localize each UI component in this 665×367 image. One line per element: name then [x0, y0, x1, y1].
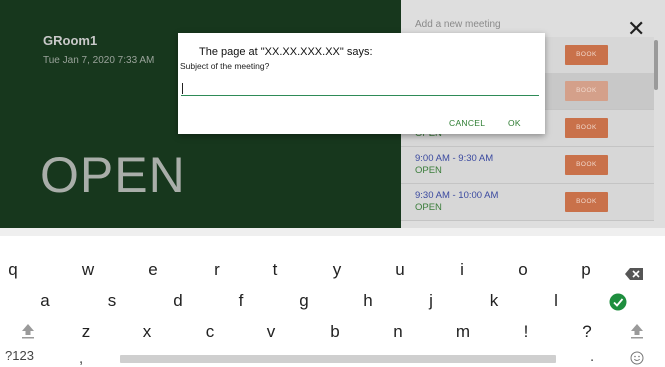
slot-time: 9:30 AM - 10:00 AM	[415, 190, 499, 201]
key-r[interactable]: r	[205, 260, 229, 280]
enter-icon[interactable]	[609, 293, 627, 311]
book-button[interactable]: BOOK	[565, 118, 608, 138]
add-meeting-header[interactable]: Add a new meeting	[415, 19, 501, 30]
ok-button[interactable]: OK	[508, 118, 521, 128]
text-caret	[182, 83, 183, 94]
key-exclamation[interactable]: !	[514, 322, 538, 342]
key-i[interactable]: i	[450, 260, 474, 280]
key-d[interactable]: d	[166, 291, 190, 311]
key-w[interactable]: w	[76, 260, 100, 280]
room-name: GRoom1	[43, 33, 98, 48]
key-o[interactable]: o	[511, 260, 535, 280]
key-x[interactable]: x	[135, 322, 159, 342]
key-a[interactable]: a	[33, 291, 57, 311]
key-j[interactable]: j	[419, 291, 443, 311]
shift-right-icon[interactable]	[629, 323, 645, 339]
slot-status: OPEN	[415, 202, 442, 213]
prompt-dialog: The page at "XX.XX.XXX.XX" says: Subject…	[178, 33, 545, 134]
key-p[interactable]: p	[574, 260, 598, 280]
key-c[interactable]: c	[198, 322, 222, 342]
symbols-key[interactable]: ?123	[5, 348, 34, 363]
key-s[interactable]: s	[100, 291, 124, 311]
key-f[interactable]: f	[229, 291, 253, 311]
key-u[interactable]: u	[388, 260, 412, 280]
slot-status: OPEN	[415, 165, 442, 176]
key-b[interactable]: b	[323, 322, 347, 342]
book-button[interactable]: BOOK	[565, 81, 608, 101]
book-button[interactable]: BOOK	[565, 45, 608, 65]
book-button[interactable]: BOOK	[565, 155, 608, 175]
key-comma[interactable]: ,	[79, 350, 83, 367]
key-z[interactable]: z	[74, 322, 98, 342]
meeting-room-app: GRoom1 Tue Jan 7, 2020 7:33 AM OPEN Add …	[0, 0, 665, 228]
key-m[interactable]: m	[451, 322, 475, 342]
key-e[interactable]: e	[141, 260, 165, 280]
book-button[interactable]: BOOK	[565, 192, 608, 212]
list-item: 9:30 AM - 10:00 AM OPEN BOOK	[401, 184, 654, 221]
key-t[interactable]: t	[263, 260, 287, 280]
key-v[interactable]: v	[259, 322, 283, 342]
room-datetime: Tue Jan 7, 2020 7:33 AM	[43, 55, 155, 66]
cancel-button[interactable]: CANCEL	[449, 118, 485, 128]
key-h[interactable]: h	[356, 291, 380, 311]
key-k[interactable]: k	[482, 291, 506, 311]
slot-time: 9:00 AM - 9:30 AM	[415, 153, 494, 164]
shift-icon[interactable]	[20, 323, 36, 339]
key-n[interactable]: n	[386, 322, 410, 342]
spacebar[interactable]	[120, 355, 556, 363]
key-question[interactable]: ?	[575, 322, 599, 342]
list-item: 9:00 AM - 9:30 AM OPEN BOOK	[401, 147, 654, 184]
room-status: OPEN	[40, 147, 186, 203]
dialog-message: Subject of the meeting?	[180, 61, 270, 71]
key-q[interactable]: q	[1, 260, 25, 280]
scrollbar[interactable]	[654, 40, 658, 90]
key-y[interactable]: y	[325, 260, 349, 280]
dialog-title: The page at "XX.XX.XXX.XX" says:	[199, 46, 373, 58]
backspace-icon[interactable]	[624, 267, 644, 281]
subject-input[interactable]	[181, 80, 539, 96]
key-period[interactable]: .	[590, 348, 594, 365]
key-g[interactable]: g	[292, 291, 316, 311]
key-l[interactable]: l	[544, 291, 568, 311]
onscreen-keyboard: q w e r t y u i o p a s d f g h j k l z …	[0, 228, 665, 367]
